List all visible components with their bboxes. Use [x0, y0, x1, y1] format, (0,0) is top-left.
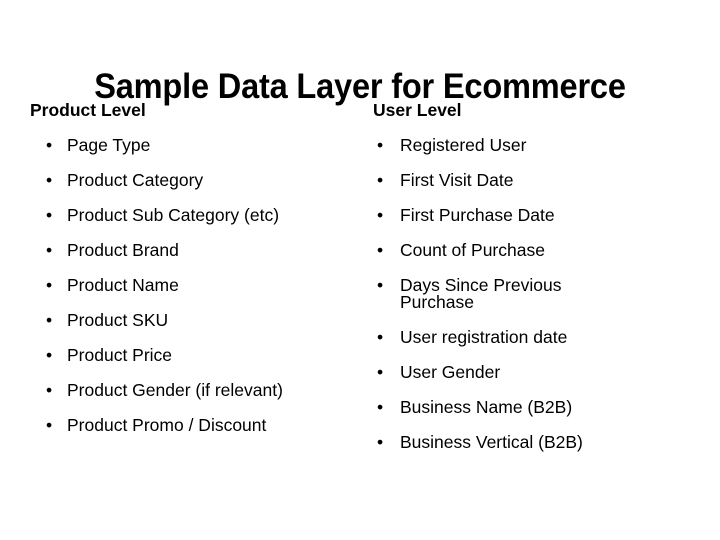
list-item-label: Page Type [67, 134, 151, 155]
list-item-label: Product Sub Category (etc) [67, 204, 280, 225]
list-item: • Product Sub Category (etc) [30, 198, 360, 233]
list-item: • Product SKU [30, 303, 360, 338]
list-item: • First Visit Date [373, 163, 703, 198]
bullet-icon: • [377, 361, 384, 382]
list-item: • User registration date [373, 320, 703, 355]
list-item-label: Count of Purchase [400, 239, 545, 260]
list-item-label: Days Since Previous Purchase [400, 274, 562, 312]
list-item-label: User registration date [400, 326, 568, 347]
bullet-icon: • [377, 134, 384, 155]
column-user-level: User Level • Registered User • First Vis… [373, 100, 703, 460]
bullet-icon: • [377, 169, 384, 190]
list-item-label: First Purchase Date [400, 204, 555, 225]
list-item-label: Product Brand [67, 239, 179, 260]
list-item-label: Product Price [67, 344, 173, 365]
column-heading-user-level: User Level [373, 100, 462, 120]
list-item-label: Registered User [400, 134, 527, 155]
bullet-icon: • [46, 239, 53, 260]
list-item-label: First Visit Date [400, 169, 514, 190]
bullet-icon: • [377, 274, 384, 295]
list-item-label: Product Gender (if relevant) [67, 379, 283, 400]
slide-canvas: Sample Data Layer for Ecommerce Product … [0, 0, 720, 540]
bullet-icon: • [46, 379, 53, 400]
list-item: • Product Category [30, 163, 360, 198]
bullet-icon: • [377, 326, 384, 347]
list-user-level: • Registered User • First Visit Date • F… [373, 128, 703, 460]
bullet-icon: • [377, 396, 384, 417]
list-item: • Registered User [373, 128, 703, 163]
list-item: • Page Type [30, 128, 360, 163]
list-item-label: Product Category [67, 169, 204, 190]
bullet-icon: • [46, 309, 53, 330]
column-heading-product-level: Product Level [30, 100, 146, 120]
list-product-level: • Page Type • Product Category • Product… [30, 128, 360, 443]
bullet-icon: • [46, 169, 53, 190]
list-item-label: Product Name [67, 274, 179, 295]
bullet-icon: • [377, 204, 384, 225]
bullet-icon: • [46, 274, 53, 295]
bullet-icon: • [377, 239, 384, 260]
list-item: • Product Price [30, 338, 360, 373]
list-item: • First Purchase Date [373, 198, 703, 233]
content-columns: Product Level • Page Type • Product Cate… [0, 100, 720, 520]
bullet-icon: • [46, 414, 53, 435]
list-item: • Product Brand [30, 233, 360, 268]
list-item-label: User Gender [400, 361, 501, 382]
list-item: • Count of Purchase [373, 233, 703, 268]
list-item: • Business Vertical (B2B) [373, 425, 703, 460]
list-item: • User Gender [373, 355, 703, 390]
list-item-label: Business Name (B2B) [400, 396, 573, 417]
column-product-level: Product Level • Page Type • Product Cate… [30, 100, 360, 443]
list-item: • Business Name (B2B) [373, 390, 703, 425]
bullet-icon: • [46, 344, 53, 365]
list-item: • Product Name [30, 268, 360, 303]
bullet-icon: • [377, 431, 384, 452]
list-item-label: Product SKU [67, 309, 169, 330]
bullet-icon: • [46, 134, 53, 155]
list-item-label: Business Vertical (B2B) [400, 431, 583, 452]
list-item: • Days Since Previous Purchase [373, 268, 703, 320]
bullet-icon: • [46, 204, 53, 225]
list-item: • Product Promo / Discount [30, 408, 360, 443]
list-item: • Product Gender (if relevant) [30, 373, 360, 408]
list-item-label: Product Promo / Discount [67, 414, 267, 435]
